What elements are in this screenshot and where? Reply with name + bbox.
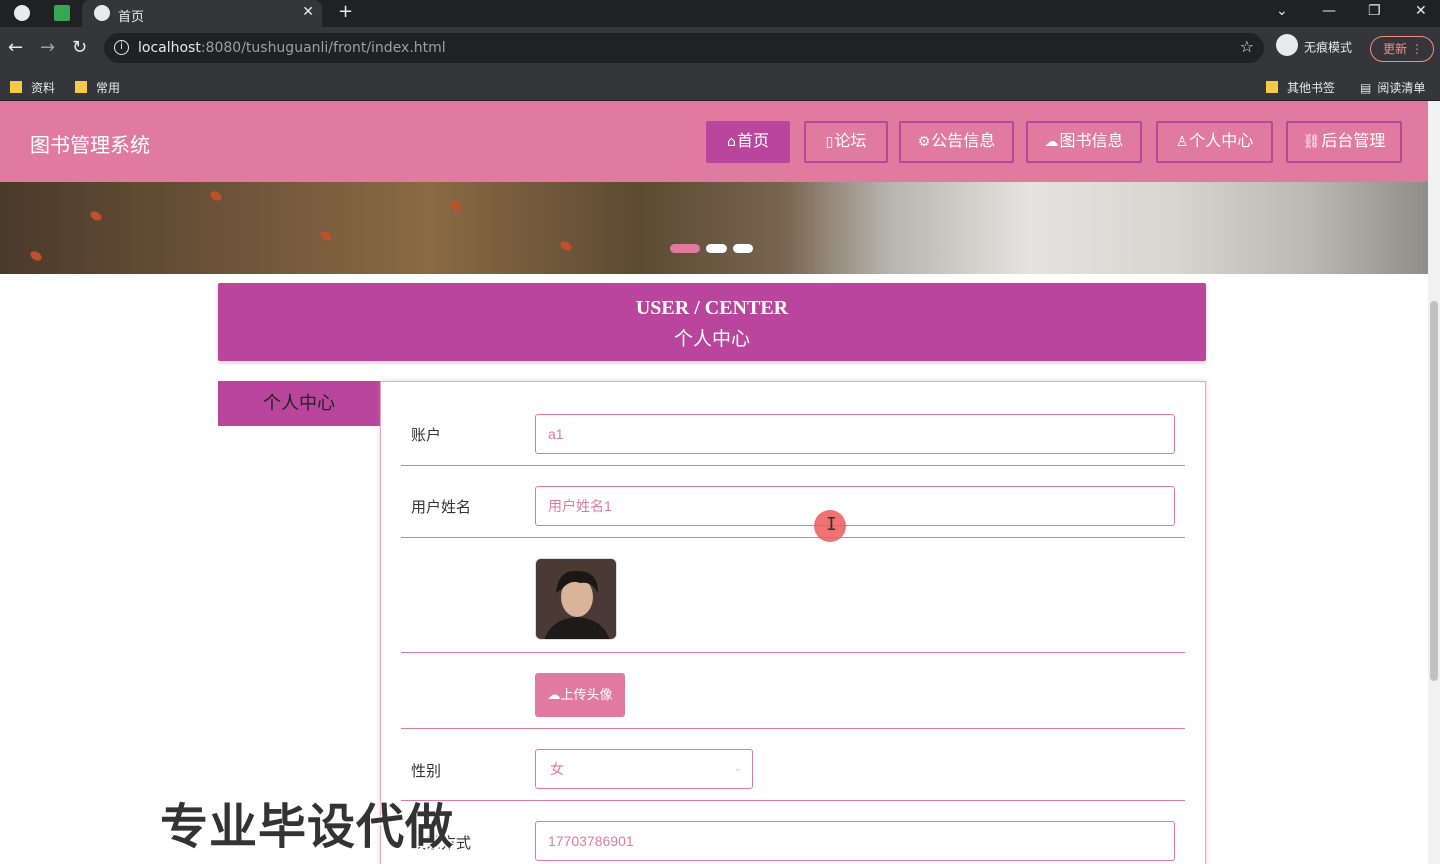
divider xyxy=(401,652,1185,653)
user-icon: ♙ xyxy=(1175,134,1189,150)
account-label: 账户 xyxy=(411,427,442,444)
forward-icon[interactable]: → xyxy=(40,37,55,58)
sheets-icon[interactable] xyxy=(54,5,70,21)
user-center-title-cn: 个人中心 xyxy=(673,329,750,350)
close-window-icon[interactable]: ✕ xyxy=(1415,3,1427,19)
minimize-icon[interactable]: — xyxy=(1322,3,1336,19)
phone-field[interactable]: 17703786901 xyxy=(535,821,1175,861)
watermark: 专业毕设代做 xyxy=(160,801,455,854)
gender-select[interactable]: 女 ⌄ xyxy=(535,749,753,789)
user-center-banner: USER / CENTER 个人中心 xyxy=(218,283,1206,361)
user-center-title-en: USER / CENTER xyxy=(635,297,789,319)
scrollbar-thumb[interactable] xyxy=(1430,301,1438,681)
leaf-decoration xyxy=(28,249,44,263)
tab-title: 首页 xyxy=(118,10,145,25)
nav-announcements[interactable]: ⚙公告信息 xyxy=(899,121,1014,163)
nav-forum[interactable]: ▯论坛 xyxy=(804,121,888,163)
home-icon: ⌂ xyxy=(727,134,736,150)
address-bar[interactable]: i localhost:8080/tushuguanli/front/index… xyxy=(104,33,1264,63)
divider xyxy=(401,537,1185,538)
nav-admin[interactable]: ⛓后台管理 xyxy=(1286,121,1402,163)
folder-icon xyxy=(75,80,87,93)
site-header: 图书管理系统 ⌂首页 ▯论坛 ⚙公告信息 ☁图书信息 ♙个人中心 ⛓后台管理 xyxy=(0,101,1428,182)
cloud-icon: ☁ xyxy=(1044,134,1059,150)
reload-icon[interactable]: ↻ xyxy=(72,37,87,58)
folder-icon xyxy=(10,80,22,93)
site-title: 图书管理系统 xyxy=(30,135,150,157)
scrollbar[interactable] xyxy=(1428,101,1440,864)
announcement-icon: ⚙ xyxy=(917,134,931,150)
browser-tab-bar: 首页 ✕ + ⌄ — ❐ ✕ xyxy=(0,0,1440,27)
browser-tab[interactable]: 首页 ✕ xyxy=(82,0,322,27)
carousel-banner xyxy=(0,182,1428,274)
other-bookmarks[interactable]: 其他书签 xyxy=(1266,79,1335,96)
leaf-decoration xyxy=(448,199,464,213)
divider xyxy=(401,465,1185,466)
info-icon[interactable]: i xyxy=(114,40,129,55)
chevron-down-icon: ⌄ xyxy=(733,763,742,774)
update-button[interactable]: 更新 ⋮ xyxy=(1370,36,1434,62)
nav-books[interactable]: ☁图书信息 xyxy=(1026,121,1142,163)
forum-icon: ▯ xyxy=(825,134,834,150)
nav-user-center[interactable]: ♙个人中心 xyxy=(1156,121,1273,163)
divider xyxy=(401,800,1185,801)
nav-home[interactable]: ⌂首页 xyxy=(706,121,790,163)
close-tab-icon[interactable]: ✕ xyxy=(302,4,314,20)
leaf-decoration xyxy=(558,239,574,253)
leaf-decoration xyxy=(318,229,334,243)
url-text: localhost:8080/tushuguanli/front/index.h… xyxy=(138,40,446,56)
avatar xyxy=(535,558,617,640)
profile-form: 账户 a1 用户姓名 用户姓名1 ☁上传头像 性别 女 ⌄ 联系方式 177037… xyxy=(380,381,1206,864)
chevron-down-icon[interactable]: ⌄ xyxy=(1276,3,1288,19)
gender-label: 性别 xyxy=(411,763,442,780)
reading-list[interactable]: ▤ 阅读清单 xyxy=(1360,79,1425,96)
reading-list-icon: ▤ xyxy=(1360,81,1372,95)
new-tab-icon[interactable]: + xyxy=(338,1,353,22)
bookmark-star-icon[interactable]: ☆ xyxy=(1240,37,1254,56)
carousel-dot[interactable] xyxy=(733,244,753,253)
account-field[interactable]: a1 xyxy=(535,414,1175,454)
bookmark-folder[interactable]: 资料 xyxy=(10,79,55,96)
carousel-dot[interactable] xyxy=(670,244,700,253)
incognito-icon xyxy=(1276,34,1298,56)
globe-icon xyxy=(14,5,30,21)
avatar-photo xyxy=(536,559,616,639)
leaf-decoration xyxy=(208,189,224,203)
name-label: 用户姓名 xyxy=(411,499,472,516)
incognito-indicator[interactable]: 无痕模式 xyxy=(1276,34,1352,59)
text-cursor-icon: I xyxy=(826,514,837,535)
leaf-decoration xyxy=(88,209,104,223)
name-field[interactable]: 用户姓名1 xyxy=(535,486,1175,526)
link-icon: ⛓ xyxy=(1302,134,1321,150)
globe-icon xyxy=(94,5,110,21)
browser-toolbar: ← → ↻ i localhost:8080/tushuguanli/front… xyxy=(0,27,1440,71)
bookmark-folder[interactable]: 常用 xyxy=(75,79,120,96)
divider xyxy=(401,728,1185,729)
web-page: 图书管理系统 ⌂首页 ▯论坛 ⚙公告信息 ☁图书信息 ♙个人中心 ⛓后台管理 U… xyxy=(0,101,1428,864)
carousel-dot[interactable] xyxy=(706,244,727,253)
side-tab-user-center[interactable]: 个人中心 xyxy=(218,381,380,426)
restore-icon[interactable]: ❐ xyxy=(1368,3,1381,19)
back-icon[interactable]: ← xyxy=(8,37,23,58)
cloud-upload-icon: ☁ xyxy=(547,688,561,703)
upload-avatar-button[interactable]: ☁上传头像 xyxy=(535,673,625,717)
bookmarks-bar: 资料 常用 其他书签 ▤ 阅读清单 xyxy=(0,71,1440,101)
folder-icon xyxy=(1266,80,1278,93)
